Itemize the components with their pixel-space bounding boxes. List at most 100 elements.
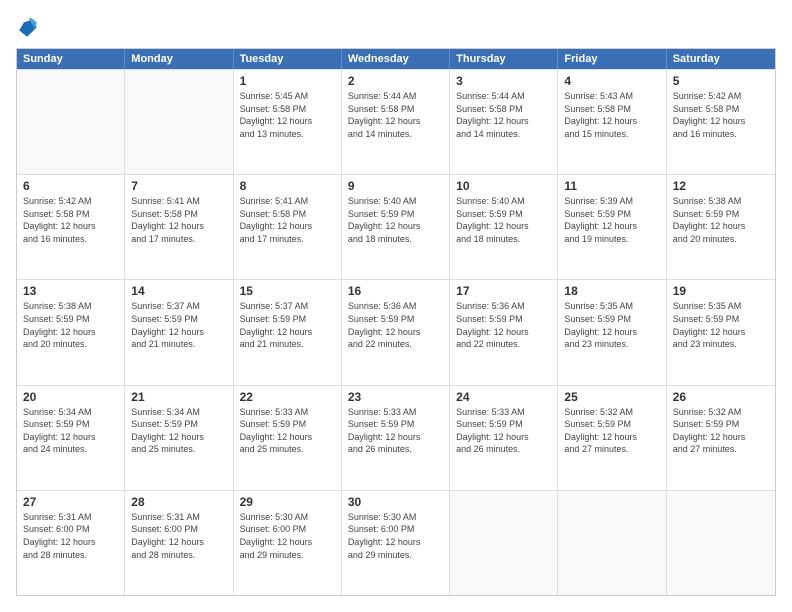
calendar-cell: 11 Sunrise: 5:39 AM Sunset: 5:59 PM Dayli… (558, 175, 666, 279)
day-number: 23 (348, 390, 443, 404)
day-number: 16 (348, 284, 443, 298)
weekday-header: Wednesday (342, 49, 450, 69)
calendar-cell: 28 Sunrise: 5:31 AM Sunset: 6:00 PM Dayli… (125, 491, 233, 595)
calendar-cell: 24Sunrise: 5:33 AM Sunset: 5:59 PM Dayli… (450, 386, 558, 490)
day-number: 5 (673, 74, 769, 88)
weekday-header: Friday (558, 49, 666, 69)
day-info: Sunrise: 5:36 AM Sunset: 5:59 PM Dayligh… (456, 300, 551, 350)
day-info: Sunrise: 5:33 AM Sunset: 5:59 PM Dayligh… (240, 406, 335, 456)
day-number: 27 (23, 495, 118, 509)
calendar-cell: 15Sunrise: 5:37 AM Sunset: 5:59 PM Dayli… (234, 280, 342, 384)
day-info: Sunrise: 5:42 AM Sunset: 5:58 PM Dayligh… (23, 195, 118, 245)
calendar-cell: 10Sunrise: 5:40 AM Sunset: 5:59 PM Dayli… (450, 175, 558, 279)
logo (16, 16, 44, 40)
calendar-cell: 19 Sunrise: 5:35 AM Sunset: 5:59 PM Dayli… (667, 280, 775, 384)
calendar-cell: 6 Sunrise: 5:42 AM Sunset: 5:58 PM Daylig… (17, 175, 125, 279)
day-number: 14 (131, 284, 226, 298)
day-info: Sunrise: 5:31 AM Sunset: 6:00 PM Dayligh… (131, 511, 226, 561)
calendar-cell: 29 Sunrise: 5:30 AM Sunset: 6:00 PM Dayli… (234, 491, 342, 595)
calendar-row: 27 Sunrise: 5:31 AM Sunset: 6:00 PM Dayli… (17, 490, 775, 595)
day-info: Sunrise: 5:31 AM Sunset: 6:00 PM Dayligh… (23, 511, 118, 561)
day-info: Sunrise: 5:34 AM Sunset: 5:59 PM Dayligh… (131, 406, 226, 456)
calendar-cell: 2 Sunrise: 5:44 AM Sunset: 5:58 PM Daylig… (342, 70, 450, 174)
weekday-header: Saturday (667, 49, 775, 69)
day-info: Sunrise: 5:39 AM Sunset: 5:59 PM Dayligh… (564, 195, 659, 245)
calendar-body: 1 Sunrise: 5:45 AM Sunset: 5:58 PM Daylig… (17, 69, 775, 595)
day-info: Sunrise: 5:32 AM Sunset: 5:59 PM Dayligh… (673, 406, 769, 456)
day-number: 21 (131, 390, 226, 404)
day-info: Sunrise: 5:30 AM Sunset: 6:00 PM Dayligh… (348, 511, 443, 561)
day-number: 25 (564, 390, 659, 404)
day-number: 1 (240, 74, 335, 88)
day-number: 4 (564, 74, 659, 88)
day-info: Sunrise: 5:37 AM Sunset: 5:59 PM Dayligh… (131, 300, 226, 350)
calendar-cell: 21 Sunrise: 5:34 AM Sunset: 5:59 PM Dayli… (125, 386, 233, 490)
calendar-cell: 26 Sunrise: 5:32 AM Sunset: 5:59 PM Dayli… (667, 386, 775, 490)
day-info: Sunrise: 5:45 AM Sunset: 5:58 PM Dayligh… (240, 90, 335, 140)
calendar-cell: 16 Sunrise: 5:36 AM Sunset: 5:59 PM Dayli… (342, 280, 450, 384)
day-number: 28 (131, 495, 226, 509)
calendar-cell: 3 Sunrise: 5:44 AM Sunset: 5:58 PM Daylig… (450, 70, 558, 174)
calendar-cell: 9Sunrise: 5:40 AM Sunset: 5:59 PM Daylig… (342, 175, 450, 279)
calendar-cell: 5 Sunrise: 5:42 AM Sunset: 5:58 PM Daylig… (667, 70, 775, 174)
day-number: 3 (456, 74, 551, 88)
calendar-cell (558, 491, 666, 595)
calendar-cell: 18 Sunrise: 5:35 AM Sunset: 5:59 PM Dayli… (558, 280, 666, 384)
calendar-cell: 22 Sunrise: 5:33 AM Sunset: 5:59 PM Dayli… (234, 386, 342, 490)
day-number: 8 (240, 179, 335, 193)
calendar-row: 20 Sunrise: 5:34 AM Sunset: 5:59 PM Dayli… (17, 385, 775, 490)
calendar-row: 13Sunrise: 5:38 AM Sunset: 5:59 PM Dayli… (17, 279, 775, 384)
logo-icon (16, 16, 40, 40)
day-info: Sunrise: 5:44 AM Sunset: 5:58 PM Dayligh… (456, 90, 551, 140)
day-info: Sunrise: 5:44 AM Sunset: 5:58 PM Dayligh… (348, 90, 443, 140)
calendar-cell: 23 Sunrise: 5:33 AM Sunset: 5:59 PM Dayli… (342, 386, 450, 490)
calendar-cell: 7 Sunrise: 5:41 AM Sunset: 5:58 PM Daylig… (125, 175, 233, 279)
calendar-row: 6 Sunrise: 5:42 AM Sunset: 5:58 PM Daylig… (17, 174, 775, 279)
calendar-cell: 1 Sunrise: 5:45 AM Sunset: 5:58 PM Daylig… (234, 70, 342, 174)
page-header (16, 16, 776, 40)
day-info: Sunrise: 5:41 AM Sunset: 5:58 PM Dayligh… (131, 195, 226, 245)
day-info: Sunrise: 5:32 AM Sunset: 5:59 PM Dayligh… (564, 406, 659, 456)
calendar-cell: 14 Sunrise: 5:37 AM Sunset: 5:59 PM Dayli… (125, 280, 233, 384)
calendar-cell: 20Sunrise: 5:34 AM Sunset: 5:59 PM Dayli… (17, 386, 125, 490)
calendar-cell (450, 491, 558, 595)
day-info: Sunrise: 5:30 AM Sunset: 6:00 PM Dayligh… (240, 511, 335, 561)
day-number: 12 (673, 179, 769, 193)
calendar-cell: 8 Sunrise: 5:41 AM Sunset: 5:58 PM Daylig… (234, 175, 342, 279)
day-info: Sunrise: 5:35 AM Sunset: 5:59 PM Dayligh… (564, 300, 659, 350)
day-number: 22 (240, 390, 335, 404)
day-number: 7 (131, 179, 226, 193)
day-number: 2 (348, 74, 443, 88)
day-info: Sunrise: 5:41 AM Sunset: 5:58 PM Dayligh… (240, 195, 335, 245)
day-number: 29 (240, 495, 335, 509)
day-number: 11 (564, 179, 659, 193)
day-number: 20 (23, 390, 118, 404)
day-number: 30 (348, 495, 443, 509)
calendar-cell: 17Sunrise: 5:36 AM Sunset: 5:59 PM Dayli… (450, 280, 558, 384)
calendar-cell: 30 Sunrise: 5:30 AM Sunset: 6:00 PM Dayli… (342, 491, 450, 595)
weekday-header: Monday (125, 49, 233, 69)
day-info: Sunrise: 5:42 AM Sunset: 5:58 PM Dayligh… (673, 90, 769, 140)
day-info: Sunrise: 5:43 AM Sunset: 5:58 PM Dayligh… (564, 90, 659, 140)
day-info: Sunrise: 5:33 AM Sunset: 5:59 PM Dayligh… (348, 406, 443, 456)
calendar-row: 1 Sunrise: 5:45 AM Sunset: 5:58 PM Daylig… (17, 69, 775, 174)
calendar-cell: 13Sunrise: 5:38 AM Sunset: 5:59 PM Dayli… (17, 280, 125, 384)
day-info: Sunrise: 5:33 AM Sunset: 5:59 PM Dayligh… (456, 406, 551, 456)
calendar-cell (17, 70, 125, 174)
day-number: 26 (673, 390, 769, 404)
weekday-header: Tuesday (234, 49, 342, 69)
day-number: 10 (456, 179, 551, 193)
calendar-cell: 12 Sunrise: 5:38 AM Sunset: 5:59 PM Dayli… (667, 175, 775, 279)
day-number: 15 (240, 284, 335, 298)
day-info: Sunrise: 5:35 AM Sunset: 5:59 PM Dayligh… (673, 300, 769, 350)
day-info: Sunrise: 5:40 AM Sunset: 5:59 PM Dayligh… (348, 195, 443, 245)
day-number: 13 (23, 284, 118, 298)
weekday-header: Sunday (17, 49, 125, 69)
day-number: 19 (673, 284, 769, 298)
day-info: Sunrise: 5:36 AM Sunset: 5:59 PM Dayligh… (348, 300, 443, 350)
day-number: 18 (564, 284, 659, 298)
day-info: Sunrise: 5:38 AM Sunset: 5:59 PM Dayligh… (673, 195, 769, 245)
weekday-header: Thursday (450, 49, 558, 69)
calendar-header: SundayMondayTuesdayWednesdayThursdayFrid… (17, 49, 775, 69)
day-number: 6 (23, 179, 118, 193)
